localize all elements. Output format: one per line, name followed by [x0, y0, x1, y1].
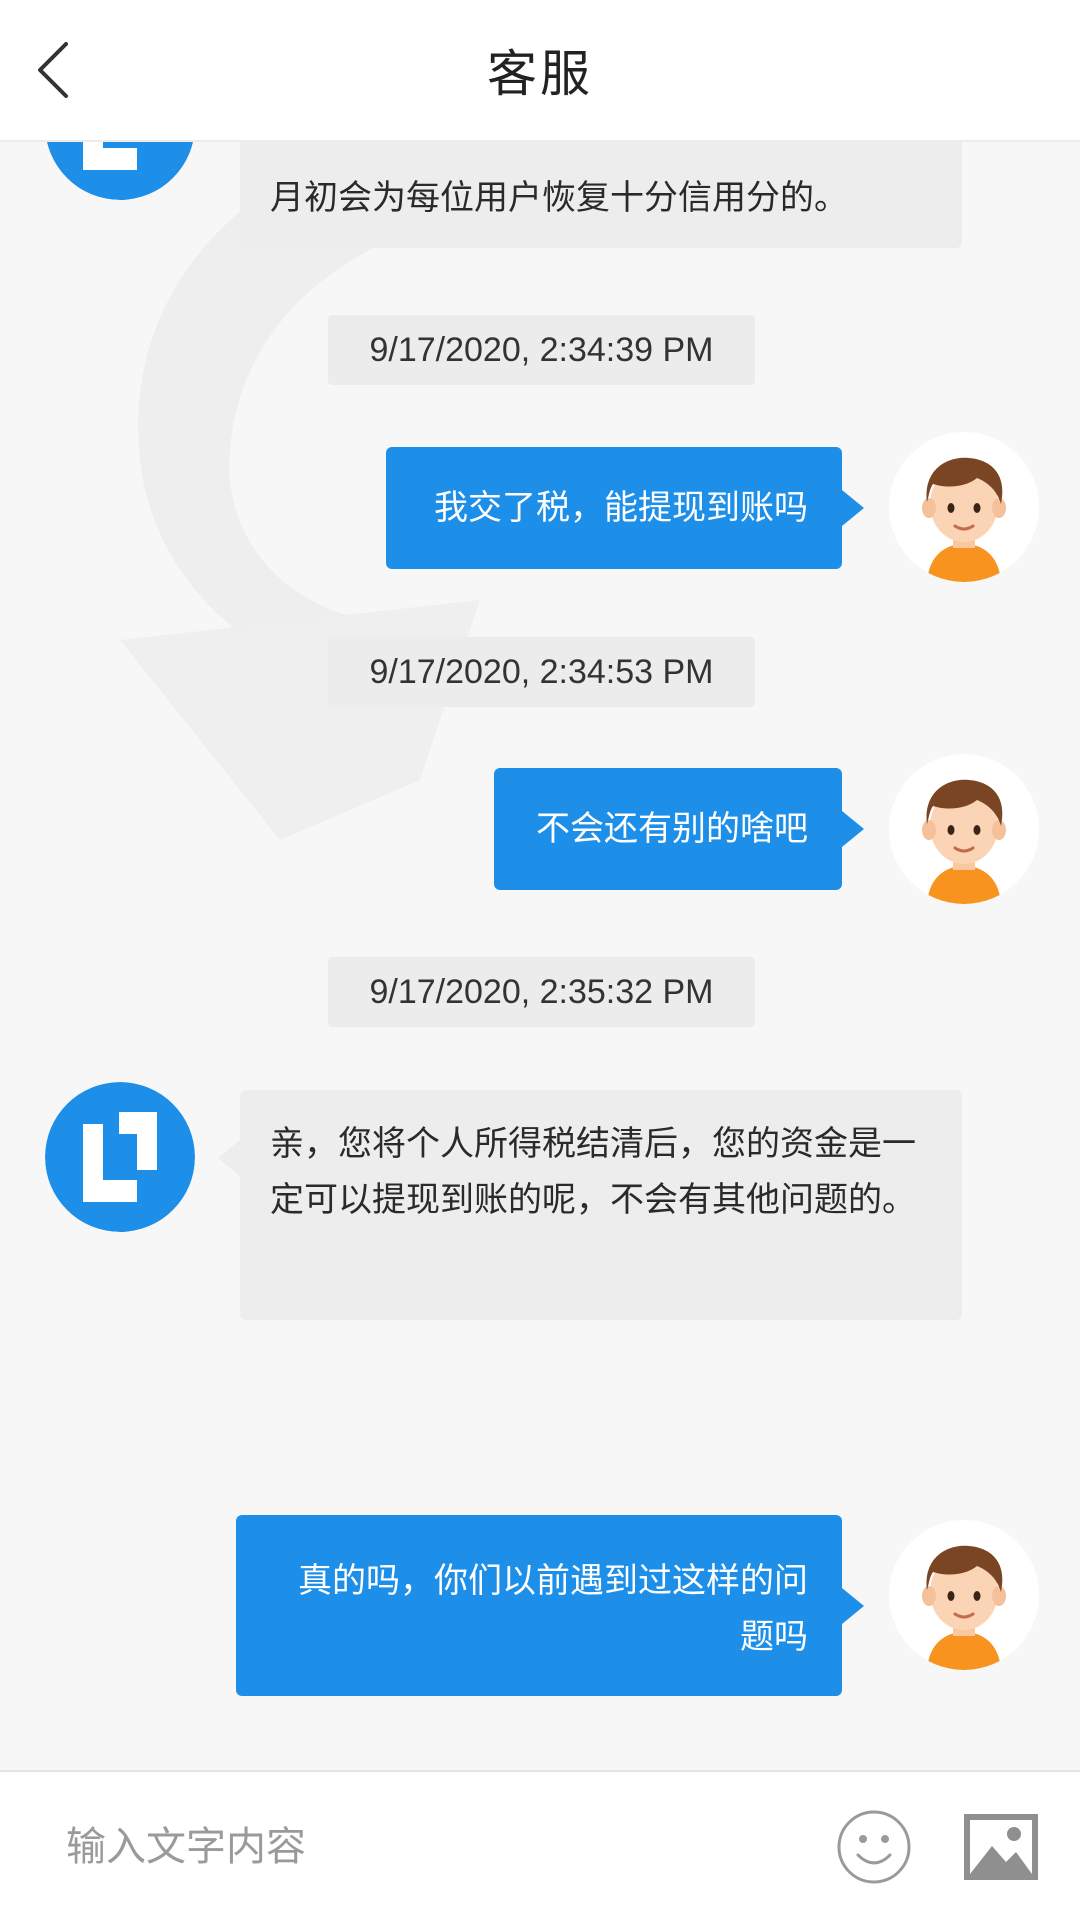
service-logo-icon: [46, 142, 194, 200]
message-text: 不会还有别的啥吧: [536, 809, 808, 849]
timestamp: 9/17/2020, 2:34:53 PM: [328, 637, 755, 707]
message-outgoing: 我交了税，能提现到账吗: [386, 447, 864, 569]
chat-screen: 客服 月初会为每位用户恢复十分信用分的。 9/17/2020, 2:34:39 …: [0, 0, 1080, 1920]
message-list[interactable]: 月初会为每位用户恢复十分信用分的。 9/17/2020, 2:34:39 PM …: [0, 142, 1080, 1770]
message-incoming: 亲，您将个人所得税结清后，您的资金是一定可以提现到账的呢，不会有其他问题的。: [218, 1090, 962, 1320]
timestamp: 9/17/2020, 2:34:39 PM: [328, 315, 755, 385]
service-logo-icon: [45, 1082, 195, 1232]
user-avatar: [889, 432, 1039, 582]
message-outgoing: 真的吗，你们以前遇到过这样的问题吗: [236, 1515, 864, 1696]
timestamp: 9/17/2020, 2:35:32 PM: [328, 957, 755, 1027]
message-incoming: 月初会为每位用户恢复十分信用分的。: [240, 142, 962, 248]
user-avatar: [889, 1520, 1039, 1670]
smiley-icon[interactable]: [836, 1809, 912, 1885]
message-text: 亲，您将个人所得税结清后，您的资金是一定可以提现到账的呢，不会有其他问题的。: [270, 1124, 916, 1220]
header-bar: 客服: [0, 0, 1080, 142]
image-icon[interactable]: [962, 1812, 1040, 1882]
message-text: 我交了税，能提现到账吗: [434, 488, 808, 528]
back-icon[interactable]: [22, 36, 92, 106]
message-input-bar: [0, 1770, 1080, 1920]
message-text: 真的吗，你们以前遇到过这样的问题吗: [298, 1560, 808, 1657]
user-avatar: [889, 754, 1039, 904]
page-title: 客服: [487, 45, 593, 103]
message-text: 月初会为每位用户恢复十分信用分的。: [270, 178, 848, 218]
message-input[interactable]: [66, 1812, 766, 1882]
message-outgoing: 不会还有别的啥吧: [494, 768, 864, 890]
